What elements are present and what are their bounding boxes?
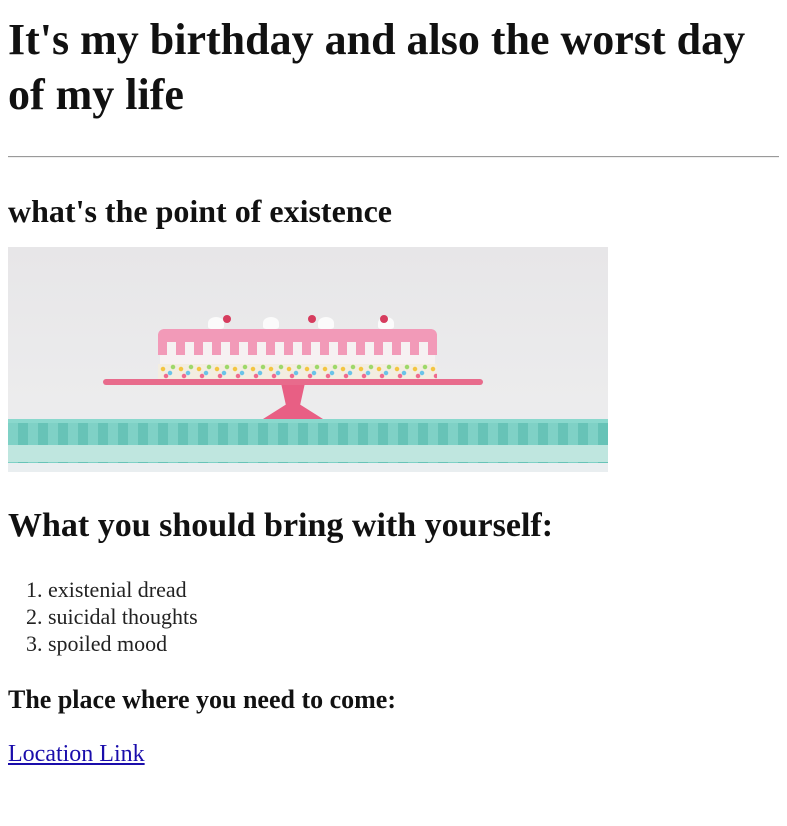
cherry — [308, 315, 316, 323]
cream-dollop — [318, 317, 334, 329]
cake-stand-neck — [263, 383, 323, 419]
page-subtitle: what's the point of existence — [8, 193, 392, 229]
tray-base — [8, 445, 608, 462]
location-paragraph: Location Link — [8, 739, 779, 769]
place-heading: The place where you need to come: — [8, 685, 397, 714]
cream-dollop — [263, 317, 279, 329]
bring-heading: What you should bring with yourself: — [8, 507, 554, 544]
sprinkles — [158, 364, 437, 379]
divider — [8, 156, 779, 158]
list-item: suicidal thoughts — [48, 603, 779, 630]
cherry — [380, 315, 388, 323]
location-link[interactable]: Location Link — [8, 741, 145, 767]
cream-dollop — [208, 317, 224, 329]
list-item: spoiled mood — [48, 630, 779, 657]
cherry — [223, 315, 231, 323]
list-item: existenial dread — [48, 576, 779, 603]
page-container: It's my birthday and also the worst day … — [0, 12, 787, 769]
pink-drip-frosting — [158, 329, 437, 355]
bring-list: existenial dread suicidal thoughts spoil… — [8, 576, 779, 657]
cake-stand-plate — [103, 379, 483, 385]
page-title: It's my birthday and also the worst day … — [8, 15, 746, 119]
cake-image — [8, 247, 608, 472]
